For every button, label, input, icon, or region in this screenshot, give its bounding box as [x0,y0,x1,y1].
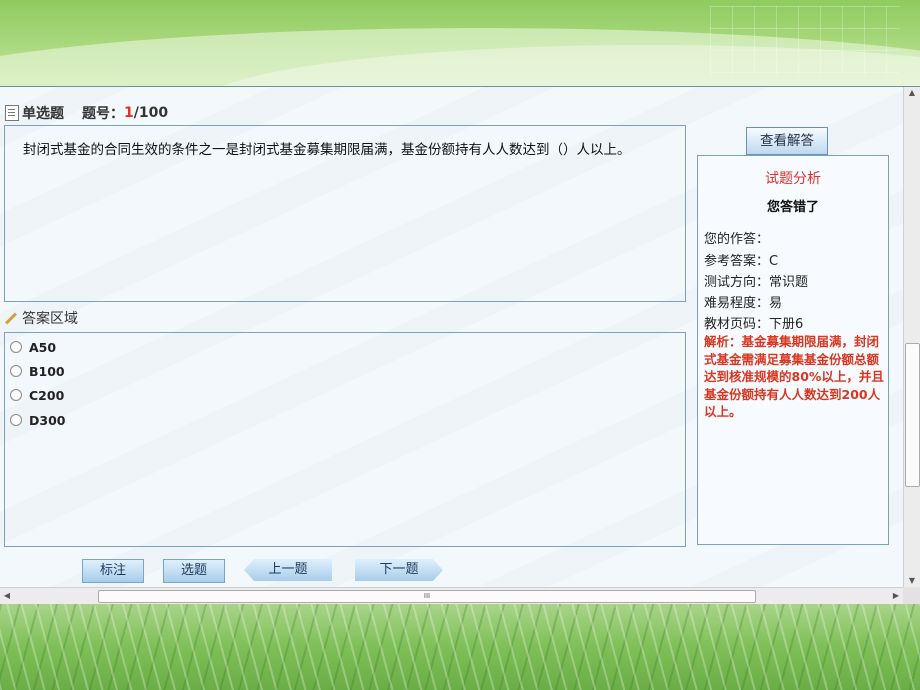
view-answer-button[interactable]: 查看解答 [746,127,828,155]
total-questions: /100 [133,105,169,121]
your-answer-line: 您的作答： [704,232,770,247]
scroll-right-icon[interactable]: ▶ [889,588,903,604]
answer-area-title: 答案区域 [22,311,78,327]
option-c[interactable]: C200 [10,386,64,404]
question-number-label: 题号： [82,106,124,122]
vertical-scroll-thumb[interactable] [905,343,920,487]
test-direction-line: 测试方向：常识题 [704,275,809,290]
question-header: 单选题 题号： 1 /100 [5,103,168,123]
question-panel: 封闭式基金的合同生效的条件之一是封闭式基金募集期限届满，基金份额持有人人数达到（… [4,125,686,302]
background-tiles [710,6,900,76]
option-a[interactable]: A50 [10,338,56,356]
current-question-number: 1 [124,105,134,121]
analysis-result: 您答错了 [766,200,819,215]
next-question-button[interactable]: 下一题 [355,559,443,581]
document-icon [5,105,19,121]
option-label: A50 [29,339,57,355]
option-d[interactable]: D300 [10,411,65,429]
option-b[interactable]: B100 [10,362,65,380]
scroll-down-icon[interactable]: ▼ [904,575,920,587]
analysis-panel: 试题分析 您答错了 您的作答： 参考答案：C 测试方向：常识题 难易程度：易 教… [697,155,889,545]
scroll-up-icon[interactable]: ▲ [904,87,920,99]
difficulty-line: 难易程度：易 [704,296,783,311]
option-label: D300 [29,412,66,428]
explanation-text: 解析：基金募集期限届满，封闭式基金需满足募集基金份额总额达到核准规模的80%以上… [704,334,884,419]
exam-window: 单选题 题号： 1 /100 封闭式基金的合同生效的条件之一是封闭式基金募集期限… [0,86,920,605]
select-question-button[interactable]: 选题 [163,559,225,583]
reference-answer-line: 参考答案：C [704,254,779,269]
radio-button[interactable] [10,389,22,401]
radio-button[interactable] [10,341,22,353]
background-footer [0,604,920,690]
radio-button[interactable] [10,365,22,377]
vertical-scrollbar[interactable]: ▲ ▼ [903,87,920,587]
question-type: 单选题 [22,106,64,122]
option-label: B100 [29,363,65,379]
horizontal-scroll-thumb[interactable]: III [98,590,756,603]
horizontal-scrollbar[interactable]: ◀ III ▶ [0,587,903,604]
scroll-left-icon[interactable]: ◀ [0,588,14,604]
question-text: 封闭式基金的合同生效的条件之一是封闭式基金募集期限届满，基金份额持有人人数达到（… [23,142,631,158]
background-header [0,0,920,88]
previous-question-button[interactable]: 上一题 [244,559,332,581]
answer-area-header: 答案区域 [4,309,78,327]
pencil-icon [4,311,18,325]
analysis-title: 试题分析 [765,171,821,187]
background-grass [0,604,920,690]
answer-panel: A50 B100 C200 D300 [4,332,686,547]
mark-button[interactable]: 标注 [82,559,144,583]
radio-button[interactable] [10,414,22,426]
textbook-page-line: 教材页码：下册6 [704,317,804,332]
option-label: C200 [29,387,65,403]
scrollbar-corner [903,587,920,604]
